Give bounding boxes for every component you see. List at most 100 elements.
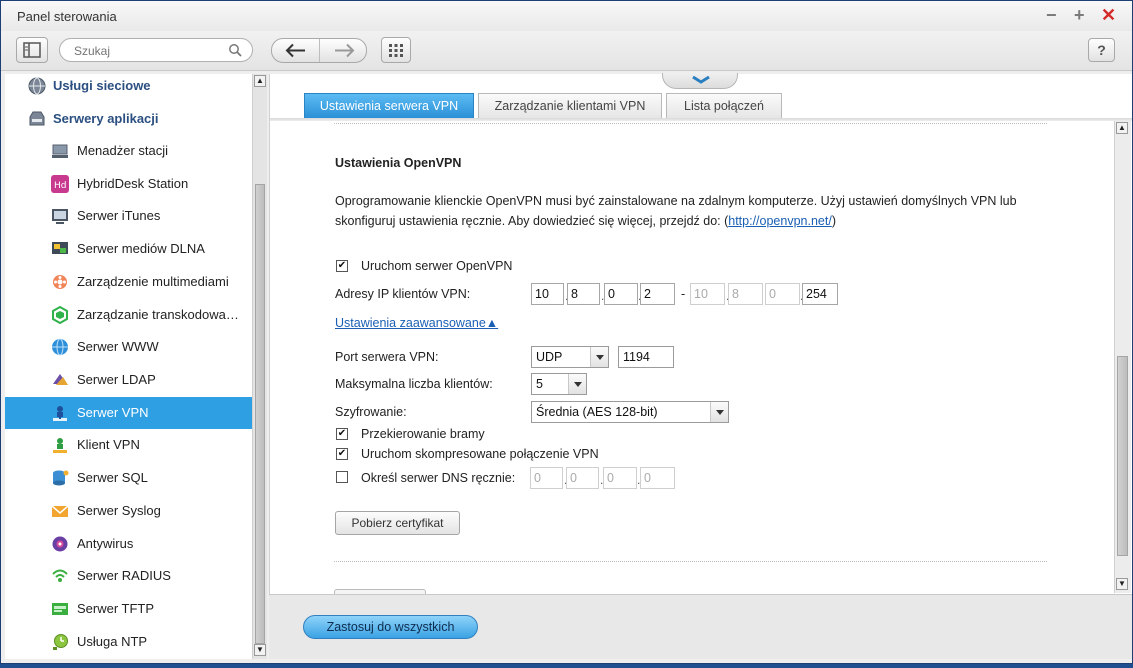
- apply-to-all-button[interactable]: Zastosuj do wszystkich: [303, 615, 478, 639]
- sidebar-scrollbar[interactable]: ▲ ▼: [252, 74, 267, 659]
- sidebar-item-hybriddesk-station[interactable]: Hd HybridDesk Station: [5, 168, 252, 200]
- sidebar-item-label: Antywirus: [77, 536, 134, 551]
- main-panel: Ustawienia serwera VPN Zarządzanie klien…: [269, 73, 1132, 594]
- vpn-port-input[interactable]: 1194: [618, 346, 674, 368]
- sidebar-category-network-services[interactable]: Usługi sieciowe: [5, 74, 252, 101]
- description: Oprogramowanie klienckie OpenVPN musi by…: [335, 191, 1045, 231]
- multimedia-icon: [53, 275, 67, 289]
- sidebar-item-www-server[interactable]: Serwer WWW: [5, 331, 252, 363]
- vpn-server-icon: [53, 406, 67, 421]
- server-icon: [29, 111, 45, 126]
- tab-vpn-client-management[interactable]: Zarządzanie klientami VPN: [478, 93, 662, 118]
- sidebar-item-station-manager[interactable]: Menadżer stacji: [5, 135, 252, 167]
- protocol-select[interactable]: UDP: [531, 346, 609, 368]
- download-certificate-button[interactable]: Pobierz certyfikat: [335, 511, 460, 535]
- forward-button[interactable]: [320, 39, 366, 62]
- ntp-icon: [53, 634, 68, 650]
- scroll-up-icon[interactable]: ▲: [1116, 122, 1128, 134]
- dlna-icon: [52, 242, 68, 254]
- encryption-select[interactable]: Średnia (AES 128-bit): [531, 401, 729, 423]
- sidebar-item-ldap-server[interactable]: Serwer LDAP: [5, 364, 252, 396]
- transcode-icon: [52, 306, 68, 324]
- advanced-settings-link[interactable]: Ustawienia zaawansowane▲: [335, 316, 498, 330]
- encryption-label: Szyfrowanie:: [335, 405, 407, 419]
- sidebar-item-vpn-server[interactable]: Serwer VPN: [5, 397, 252, 429]
- vpn-client-icon: [53, 438, 67, 453]
- close-icon[interactable]: ✕: [1101, 5, 1116, 25]
- syslog-icon: [51, 505, 69, 517]
- minimize-icon[interactable]: −: [1046, 5, 1057, 25]
- encryption-value: Średnia (AES 128-bit): [536, 405, 658, 419]
- sidebar-item-syslog-server[interactable]: Serwer Syslog: [5, 495, 252, 527]
- ldap-icon: [53, 374, 68, 385]
- sidebar-item-sql-server[interactable]: Serwer SQL: [5, 462, 252, 494]
- sidebar-item-label: Serwer RADIUS: [77, 568, 171, 583]
- tab-connection-list[interactable]: Lista połączeń: [666, 93, 782, 118]
- divider: [334, 123, 1047, 124]
- hybriddesk-icon: Hd: [51, 175, 69, 193]
- tab-vpn-server-settings[interactable]: Ustawienia serwera VPN: [304, 93, 474, 118]
- search-box[interactable]: [59, 38, 253, 62]
- max-clients-select[interactable]: 5: [531, 373, 587, 395]
- chevron-down-icon: [692, 75, 710, 84]
- window-title: Panel sterowania: [17, 9, 117, 24]
- sidebar-item-multimedia-management[interactable]: Zarządzenie multimediami: [5, 266, 252, 298]
- radius-icon: [52, 569, 68, 582]
- content-scroll-thumb[interactable]: [1117, 356, 1128, 556]
- sidebar-item-label: Serwer mediów DLNA: [77, 241, 205, 256]
- enable-openvpn-label: Uruchom serwer OpenVPN: [361, 259, 513, 273]
- compressed-vpn-checkbox[interactable]: ✔: [336, 448, 348, 460]
- client-ip-label: Adresy IP klientów VPN:: [335, 287, 471, 301]
- sidebar-item-label: Menadżer stacji: [77, 143, 169, 158]
- content-scrollbar[interactable]: ▲ ▼: [1114, 121, 1131, 593]
- scroll-down-icon[interactable]: ▼: [1116, 578, 1128, 590]
- sidebar-category-application-servers[interactable]: Serwery aplikacji: [5, 104, 252, 134]
- compressed-vpn-label: Uruchom skompresowane połączenie VPN: [361, 447, 599, 461]
- sidebar-scroll-thumb[interactable]: [255, 184, 265, 644]
- sidebar-item-transcoding-management[interactable]: Zarządzanie transkodowaniem: [5, 299, 252, 331]
- control-panel-window: Panel sterowania − + ✕ Szukaj ? Usługi s…: [0, 0, 1133, 664]
- help-button[interactable]: ?: [1088, 38, 1115, 62]
- chevron-down-icon: [568, 374, 586, 394]
- sidebar-item-vpn-client[interactable]: Klient VPN: [5, 429, 252, 461]
- enable-openvpn-checkbox[interactable]: ✔: [336, 260, 348, 272]
- sidebar-item-itunes-server[interactable]: Serwer iTunes: [5, 200, 252, 232]
- globe-icon: [28, 77, 46, 95]
- scroll-up-icon[interactable]: ▲: [254, 75, 266, 87]
- sidebar-item-label: Serwer LDAP: [77, 372, 156, 387]
- sidebar-item-antivirus[interactable]: Antywirus: [5, 528, 252, 560]
- sidebar-item-label: Zarządzenie multimediami: [77, 274, 229, 289]
- description-text: Oprogramowanie klienckie OpenVPN musi by…: [335, 194, 1017, 228]
- antivirus-icon: [52, 536, 68, 552]
- sidebar-item-ntp-service[interactable]: Usługa NTP: [5, 626, 252, 658]
- sidebar: Usługi sieciowe Serwery aplikacji Menadż…: [5, 74, 252, 659]
- search-icon[interactable]: [228, 43, 242, 57]
- chevron-down-icon: [710, 402, 728, 422]
- maximize-icon[interactable]: +: [1074, 5, 1085, 25]
- chevron-down-icon: [590, 347, 608, 367]
- sidebar-item-radius-server[interactable]: Serwer RADIUS: [5, 560, 252, 592]
- manual-dns-checkbox[interactable]: [336, 471, 348, 483]
- ip-end-octet-4[interactable]: 254: [802, 283, 838, 305]
- ip-start-octet-3[interactable]: 0: [604, 283, 638, 305]
- scroll-down-icon[interactable]: ▼: [254, 644, 266, 656]
- ip-range-dash: -: [681, 287, 686, 301]
- collapse-handle[interactable]: [662, 73, 738, 89]
- tftp-icon: [52, 603, 68, 615]
- ip-start-octet-1[interactable]: 10: [531, 283, 564, 305]
- ip-start-octet-4[interactable]: 2: [640, 283, 675, 305]
- sidebar-item-label: Serwer TFTP: [77, 601, 155, 616]
- description-end: ): [831, 214, 836, 228]
- sidebar-item-tftp-server[interactable]: Serwer TFTP: [5, 593, 252, 625]
- apps-grid-button[interactable]: [381, 37, 411, 63]
- sidebar-toggle-button[interactable]: [16, 37, 48, 63]
- manual-dns-label: Określ serwer DNS ręcznie:: [361, 471, 516, 485]
- search-input[interactable]: [72, 42, 222, 59]
- ip-start-octet-2[interactable]: 8: [567, 283, 600, 305]
- back-button[interactable]: [272, 39, 320, 62]
- openvpn-link[interactable]: http://openvpn.net/: [728, 214, 832, 228]
- sidebar-item-dlna-server[interactable]: Serwer mediów DLNA: [5, 233, 252, 265]
- gateway-redirect-checkbox[interactable]: ✔: [336, 428, 348, 440]
- gateway-redirect-label: Przekierowanie bramy: [361, 427, 485, 441]
- divider: [334, 561, 1047, 562]
